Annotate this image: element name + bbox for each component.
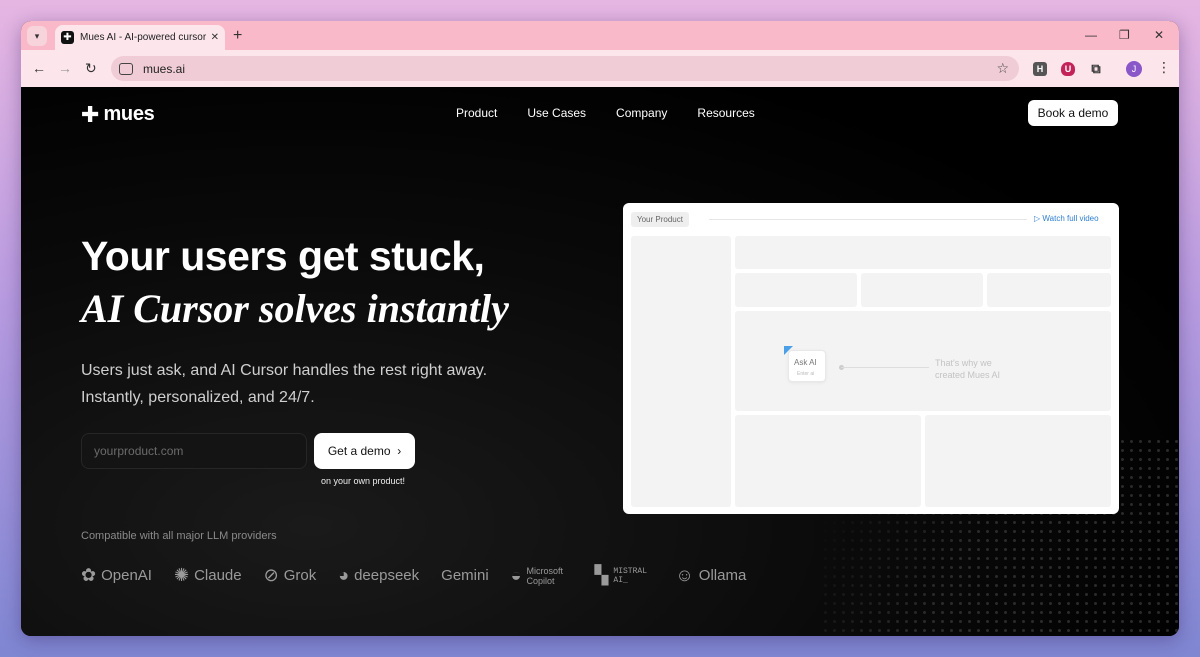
cursor-corner-icon [784,346,793,355]
provider-grok: ⊘ Grok [263,565,317,585]
watch-video-link[interactable]: ▷ Watch full video [1034,214,1099,223]
back-icon[interactable]: ← [32,60,46,76]
mues-favicon-icon: ✚ [61,31,74,44]
provider-copilot: ◒ Microsoft Copilot [510,565,564,586]
grok-icon: ⊘ [263,565,279,585]
bookmark-star-icon[interactable]: ☆ [996,60,1009,77]
preview-bottom-left [735,415,921,507]
get-demo-button[interactable]: Get a demo › [314,433,415,469]
hero-headline-italic: AI Cursor solves instantly [81,286,509,331]
get-demo-label: Get a demo [327,444,391,458]
new-tab-icon[interactable]: + [233,26,242,46]
restore-icon[interactable]: ❐ [1119,27,1130,43]
site-settings-icon[interactable] [119,62,133,75]
provider-openai: ✿ OpenAI [81,565,152,585]
address-bar[interactable]: mues.ai ☆ [111,56,1019,81]
provider-logos: ✿ OpenAI ✺ Claude ⊘ Grok ◕ deepseek Gemi… [81,565,768,586]
tab-strip: ▾ ✚ Mues AI - AI-powered cursor fo ✕ + —… [21,21,1179,50]
profile-avatar[interactable]: J [1126,61,1142,77]
compat-label: Compatible with all major LLM providers [81,530,277,542]
ask-ai-label: Ask AI [794,358,817,367]
nav-company[interactable]: Company [616,106,667,120]
extension-shield-icon[interactable]: U [1061,62,1075,76]
extensions-puzzle-icon[interactable]: ⧉ [1089,62,1103,76]
tab-search-button[interactable]: ▾ [27,26,47,46]
chevron-right-icon: › [397,444,402,458]
forward-icon[interactable]: → [58,60,72,76]
preview-sidebar [631,236,731,507]
product-preview: Your Product ▷ Watch full video Ask AI E… [623,203,1119,514]
browser-window: ▾ ✚ Mues AI - AI-powered cursor fo ✕ + —… [21,21,1179,636]
close-window-icon[interactable]: ✕ [1154,27,1164,43]
logo-text: mues [103,103,155,125]
openai-icon: ✿ [81,565,97,585]
preview-bottom-right [925,415,1111,507]
claude-icon: ✺ [173,565,190,585]
preview-divider [709,219,1027,220]
mues-logo-icon: ✚ [81,101,100,127]
mistral-icon: ▚ [594,565,609,585]
nav-use-cases[interactable]: Use Cases [527,106,586,120]
minimize-icon[interactable]: — [1085,27,1097,43]
tab-title: Mues AI - AI-powered cursor fo [80,32,207,43]
browser-toolbar: ← → ↻ mues.ai ☆ H U ⧉ J ⋮ [21,50,1179,87]
provider-ollama: ☺ Ollama [675,565,747,585]
provider-claude: ✺ Claude [173,565,242,585]
extension-h-icon[interactable]: H [1033,62,1047,76]
chevron-down-icon: ▾ [34,30,40,41]
url-text: mues.ai [143,61,186,76]
provider-deepseek: ◕ deepseek [338,565,420,585]
provider-gemini: Gemini [441,567,489,584]
preview-header-block [735,236,1111,269]
hero-subtitle: Users just ask, and AI Cursor handles th… [81,362,488,406]
provider-mistral: ▚ MISTRAL AI_ [594,565,647,585]
browser-tab[interactable]: ✚ Mues AI - AI-powered cursor fo ✕ [55,25,225,50]
nav-product[interactable]: Product [456,106,497,120]
main-nav: Product Use Cases Company Resources [456,106,755,120]
page: ✚ mues Product Use Cases Company Resourc… [21,87,1179,636]
preview-why-text: That's why we created Mues AI [935,358,1001,380]
ollama-icon: ☺ [675,565,694,585]
cta-note: on your own product! [321,476,406,486]
copilot-icon: ◒ [510,565,522,585]
hero-headline: Your users get stuck, [81,233,485,279]
close-tab-icon[interactable]: ✕ [211,32,219,43]
deepseek-icon: ◕ [338,565,350,585]
site-logo[interactable]: ✚ mues [81,101,155,127]
product-url-input[interactable] [81,433,307,469]
preview-card-1 [735,273,857,307]
preview-tab: Your Product [631,212,689,227]
preview-card-2 [861,273,983,307]
browser-menu-icon[interactable]: ⋮ [1157,59,1171,76]
preview-card-3 [987,273,1111,307]
ask-ai-hint: Enter ai [797,371,815,377]
play-icon: ▷ [1034,214,1041,223]
reload-icon[interactable]: ↻ [85,60,97,76]
connector-line [841,367,929,368]
book-demo-button[interactable]: Book a demo [1028,100,1118,126]
nav-resources[interactable]: Resources [697,106,754,120]
ask-ai-widget[interactable]: Ask AI Enter ai [788,350,826,382]
